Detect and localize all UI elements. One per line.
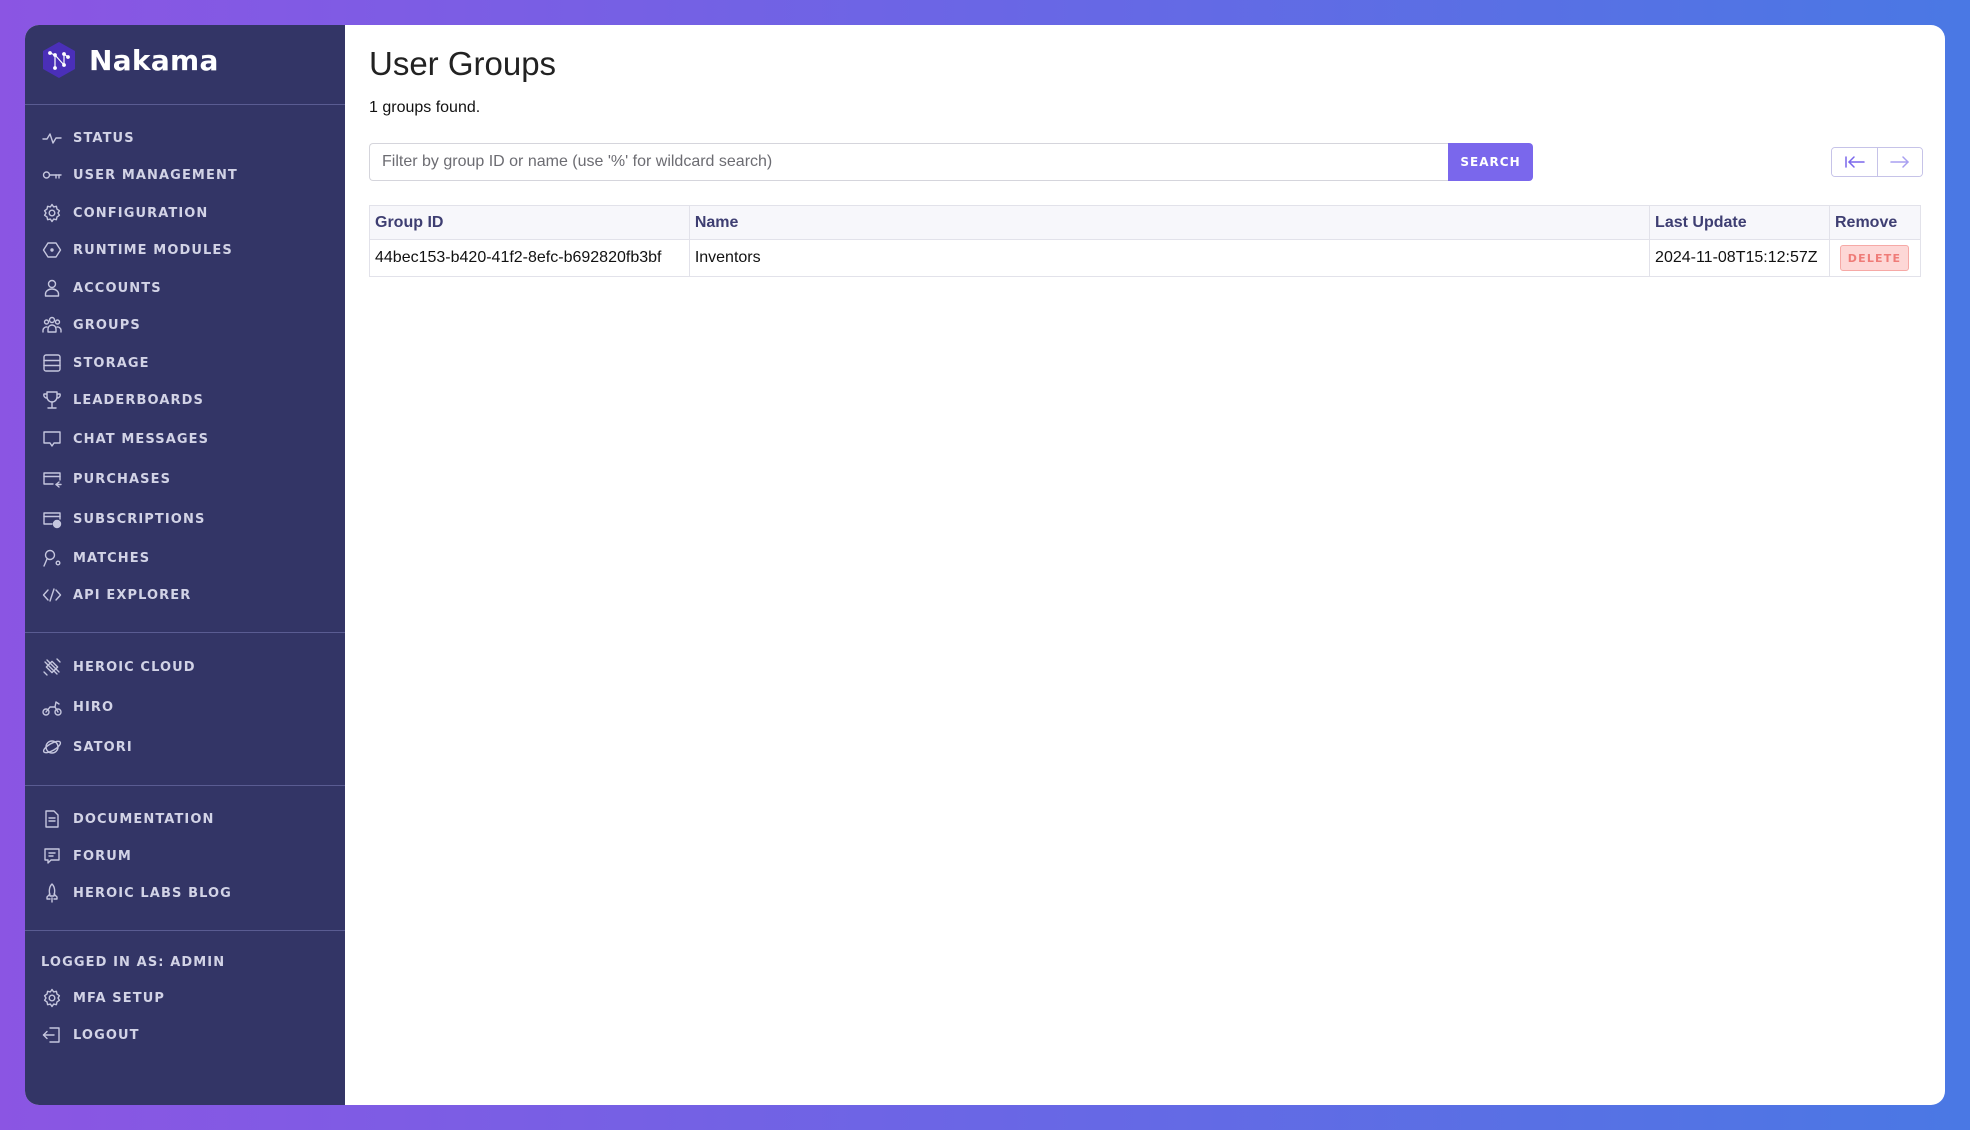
sidebar-divider <box>25 632 345 633</box>
sidebar-item-heroic-labs-blog[interactable]: Heroic Labs Blog <box>41 881 232 905</box>
sidebar-item-storage[interactable]: Storage <box>41 351 150 375</box>
sidebar-item-leaderboards[interactable]: Leaderboards <box>41 388 204 412</box>
cell-group-id[interactable]: 44bec153-b420-41f2-8efc-b692820fb3bf <box>369 239 690 277</box>
sidebar-item-forum[interactable]: Forum <box>41 844 132 868</box>
sidebar-item-label: Subscriptions <box>73 511 206 527</box>
sidebar-item-accounts[interactable]: Accounts <box>41 276 162 300</box>
sidebar-item-label: Heroic Cloud <box>73 659 196 675</box>
sidebar-item-label: Storage <box>73 355 150 371</box>
search-input[interactable] <box>369 143 1448 181</box>
bike-icon <box>41 696 63 718</box>
pagination <box>1831 147 1923 177</box>
credit-card-icon <box>41 468 63 490</box>
groups-table: Group ID Name Last Update Remove 44bec15… <box>369 205 1922 277</box>
cell-remove: DELETE <box>1828 239 1922 277</box>
cloud-satellite-icon <box>41 656 63 678</box>
sidebar: Nakama Status User Management Configurat… <box>25 25 345 1105</box>
sidebar-item-label: Satori <box>73 739 133 755</box>
rocket-icon <box>41 882 63 904</box>
sidebar-item-purchases[interactable]: Purchases <box>41 467 171 491</box>
sidebar-item-label: Matches <box>73 550 151 566</box>
column-header-name[interactable]: Name <box>688 205 1651 240</box>
app-name: Nakama <box>89 43 219 77</box>
sidebar-divider <box>25 104 345 105</box>
document-icon <box>41 808 63 830</box>
sidebar-divider <box>25 785 345 786</box>
sidebar-item-label: Logout <box>73 1027 140 1043</box>
first-page-button[interactable] <box>1832 148 1877 176</box>
cell-last-update: 2024-11-08T15:12:57Z <box>1649 239 1830 277</box>
sidebar-item-logout[interactable]: Logout <box>41 1023 140 1047</box>
code-icon <box>41 584 63 606</box>
sidebar-item-chat-messages[interactable]: Chat Messages <box>41 427 209 451</box>
sidebar-item-label: Accounts <box>73 280 162 296</box>
logout-icon <box>41 1024 63 1046</box>
table-header-row: Group ID Name Last Update Remove <box>369 205 1922 240</box>
sidebar-divider <box>25 930 345 931</box>
forum-icon <box>41 845 63 867</box>
column-header-last-update[interactable]: Last Update <box>1649 205 1830 240</box>
main-content: User Groups 1 groups found. SEARCH Group… <box>345 25 1945 1105</box>
gear-icon <box>41 202 63 224</box>
sidebar-item-label: Hiro <box>73 699 115 715</box>
users-icon <box>41 314 63 336</box>
nakama-logo-icon <box>43 42 75 78</box>
sidebar-item-label: Chat Messages <box>73 431 210 447</box>
hexagon-icon <box>41 239 63 261</box>
sidebar-item-status[interactable]: Status <box>41 126 135 150</box>
sidebar-item-label: Status <box>73 130 135 146</box>
key-icon <box>41 164 63 186</box>
results-count: 1 groups found. <box>369 99 481 116</box>
sidebar-item-heroic-cloud[interactable]: Heroic Cloud <box>41 655 196 679</box>
sidebar-item-label: Forum <box>73 848 132 864</box>
sidebar-item-satori[interactable]: Satori <box>41 735 133 759</box>
sidebar-item-label: MFA Setup <box>73 990 166 1006</box>
trophy-icon <box>41 389 63 411</box>
gear-icon <box>41 987 63 1009</box>
sidebar-item-label: Runtime Modules <box>73 242 233 258</box>
page-title: User Groups <box>369 45 557 82</box>
sidebar-item-documentation[interactable]: Documentation <box>41 807 214 831</box>
logged-in-label: LOGGED IN AS: ADMIN <box>41 955 226 970</box>
sidebar-item-mfa-setup[interactable]: MFA Setup <box>41 986 165 1010</box>
user-icon <box>41 277 63 299</box>
sidebar-item-label: Groups <box>73 317 141 333</box>
planet-icon <box>41 736 63 758</box>
logo[interactable]: Nakama <box>39 40 219 80</box>
sidebar-item-hiro[interactable]: Hiro <box>41 695 114 719</box>
sidebar-item-runtime-modules[interactable]: Runtime Modules <box>41 238 233 262</box>
column-header-group-id[interactable]: Group ID <box>369 205 690 240</box>
sidebar-item-label: Configuration <box>73 205 209 221</box>
search-button[interactable]: SEARCH <box>1448 143 1533 181</box>
sidebar-item-matches[interactable]: Matches <box>41 546 150 570</box>
card-clock-icon <box>41 508 63 530</box>
cell-name[interactable]: Inventors <box>688 239 1651 277</box>
sidebar-item-label: API Explorer <box>73 587 192 603</box>
table-row[interactable]: 44bec153-b420-41f2-8efc-b692820fb3bf Inv… <box>369 239 1922 277</box>
delete-button[interactable]: DELETE <box>1839 245 1909 271</box>
sidebar-item-label: Purchases <box>73 471 172 487</box>
sidebar-item-subscriptions[interactable]: Subscriptions <box>41 507 205 531</box>
sidebar-item-label: Heroic Labs Blog <box>73 885 232 901</box>
sidebar-item-label: User Management <box>73 167 238 183</box>
sidebar-item-label: Leaderboards <box>73 392 204 408</box>
match-icon <box>41 547 63 569</box>
column-header-remove: Remove <box>1828 205 1922 240</box>
app-window: Nakama Status User Management Configurat… <box>25 25 1945 1105</box>
first-page-icon <box>1844 156 1865 168</box>
next-page-button[interactable] <box>1877 148 1922 176</box>
sidebar-item-user-management[interactable]: User Management <box>41 163 238 187</box>
arrow-right-icon <box>1890 156 1909 168</box>
activity-icon <box>41 127 63 149</box>
sidebar-item-configuration[interactable]: Configuration <box>41 201 208 225</box>
database-icon <box>41 352 63 374</box>
sidebar-item-label: Documentation <box>73 811 215 827</box>
chat-bubble-icon <box>41 428 63 450</box>
sidebar-item-groups[interactable]: Groups <box>41 313 141 337</box>
sidebar-item-api-explorer[interactable]: API Explorer <box>41 583 191 607</box>
